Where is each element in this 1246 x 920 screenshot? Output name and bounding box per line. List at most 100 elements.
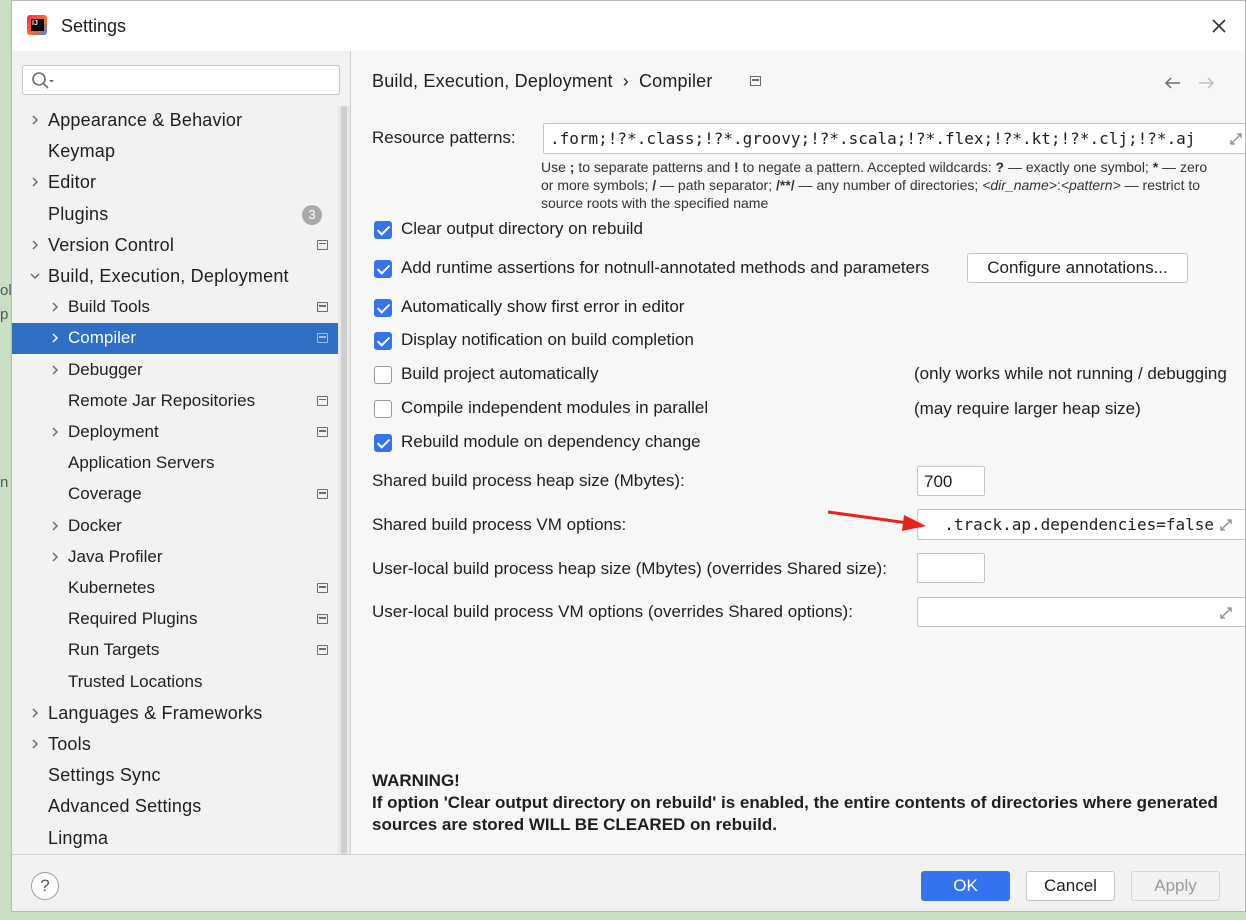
apply-button[interactable]: Apply (1131, 871, 1220, 901)
sidebar-item-label: Editor (48, 172, 97, 193)
search-icon (32, 72, 54, 89)
sidebar-item-label: Build, Execution, Deployment (48, 266, 289, 286)
title-bar: Settings (12, 1, 1245, 51)
sidebar-item-appearance-behavior[interactable]: Appearance & Behavior (12, 105, 350, 136)
shared-heap-input[interactable]: 700 (917, 466, 985, 496)
breadcrumb-parent[interactable]: Build, Execution, Deployment (372, 71, 613, 91)
chevron-right-icon[interactable] (48, 331, 62, 345)
expand-field-icon[interactable] (1218, 517, 1234, 533)
sidebar-item-kubernetes[interactable]: Kubernetes (12, 573, 350, 604)
sidebar-item-label: Appearance & Behavior (48, 110, 243, 130)
sidebar-item-docker[interactable]: Docker (12, 511, 350, 542)
sidebar-item-label: Remote Jar Repositories (68, 390, 256, 410)
chevron-right-icon[interactable] (48, 519, 62, 533)
sidebar-item-label: Application Servers (68, 453, 215, 473)
sidebar-item-trusted-locations[interactable]: Trusted Locations (12, 667, 350, 698)
chevron-right-icon[interactable] (48, 550, 62, 564)
sidebar-item-compiler[interactable]: Compiler (12, 323, 350, 355)
resource-patterns-value: .form;!?*.class;!?*.groovy;!?*.scala;!?*… (550, 129, 1196, 148)
sidebar-item-keymap[interactable]: Keymap (12, 136, 350, 167)
resource-patterns-input[interactable]: .form;!?*.class;!?*.groovy;!?*.scala;!?*… (543, 123, 1245, 154)
breadcrumb-separator: › (622, 71, 629, 91)
chevron-right-icon[interactable] (28, 706, 42, 720)
sidebar-item-tools[interactable]: Tools (12, 729, 350, 760)
chevron-right-icon[interactable] (48, 363, 62, 377)
chevron-right-icon[interactable] (28, 113, 42, 127)
configure-annotations-button[interactable]: Configure annotations... (967, 253, 1188, 283)
sidebar-item-settings-sync[interactable]: Settings Sync (12, 760, 350, 791)
sidebar-item-required-plugins[interactable]: Required Plugins (12, 604, 350, 635)
user-heap-input[interactable] (917, 553, 985, 583)
sidebar-item-deployment[interactable]: Deployment (12, 417, 350, 448)
sidebar-item-label: Java Profiler (68, 546, 163, 566)
clear-output-label[interactable]: Clear output directory on rebuild (401, 219, 643, 239)
background-text: p (0, 306, 9, 323)
settings-search-input[interactable] (22, 65, 340, 95)
sidebar-item-label: Lingma (48, 827, 109, 848)
compile-parallel-checkbox[interactable] (374, 400, 392, 418)
help-button[interactable]: ? (31, 872, 59, 900)
display-notification-checkbox[interactable] (374, 332, 392, 350)
chevron-right-icon[interactable] (28, 737, 42, 751)
sidebar-item-version-control[interactable]: Version Control (12, 230, 350, 261)
rebuild-on-dependency-label[interactable]: Rebuild module on dependency change (401, 432, 701, 452)
chevron-down-icon[interactable] (28, 269, 42, 283)
back-arrow-icon[interactable] (1163, 75, 1183, 91)
chevron-right-icon[interactable] (48, 425, 62, 439)
sidebar-item-remote-jar-repositories[interactable]: Remote Jar Repositories (12, 386, 350, 417)
expand-field-icon[interactable] (1218, 605, 1234, 621)
forward-arrow-icon[interactable] (1196, 75, 1216, 91)
project-level-icon (317, 395, 328, 406)
show-first-error-label[interactable]: Automatically show first error in editor (401, 297, 684, 317)
sidebar-item-label: Plugins (48, 203, 109, 224)
project-level-icon (317, 489, 328, 500)
sidebar-item-advanced-settings[interactable]: Advanced Settings (12, 791, 350, 822)
expand-field-icon[interactable] (1228, 131, 1244, 147)
background-text: ol (0, 282, 12, 299)
project-level-icon (317, 239, 328, 250)
intellij-logo-icon (27, 15, 47, 35)
shared-vm-options-input[interactable]: .track.ap.dependencies=false (917, 509, 1245, 540)
display-notification-label[interactable]: Display notification on build completion (401, 330, 694, 350)
shared-heap-value: 700 (924, 472, 953, 491)
chevron-right-icon[interactable] (48, 300, 62, 314)
scrollbar-thumb[interactable] (341, 106, 347, 854)
sidebar-item-build-execution-deployment[interactable]: Build, Execution, Deployment (12, 261, 350, 292)
sidebar-item-debugger[interactable]: Debugger (12, 355, 350, 386)
runtime-assertions-checkbox[interactable] (374, 260, 392, 278)
close-icon[interactable] (1208, 15, 1230, 37)
sidebar-item-languages-frameworks[interactable]: Languages & Frameworks (12, 698, 350, 729)
rebuild-on-dependency-checkbox[interactable] (374, 434, 392, 452)
ok-button[interactable]: OK (921, 871, 1010, 901)
dialog-footer: ? OK Cancel Apply (12, 854, 1245, 911)
sidebar-item-lingma[interactable]: Lingma (12, 823, 350, 854)
sidebar-item-label: Compiler (68, 328, 137, 348)
build-automatically-label[interactable]: Build project automatically (401, 364, 598, 384)
clear-output-checkbox[interactable] (374, 221, 392, 239)
sidebar-item-run-targets[interactable]: Run Targets (12, 635, 350, 666)
chevron-right-icon[interactable] (28, 175, 42, 189)
user-vm-options-input[interactable] (917, 597, 1245, 627)
cancel-button[interactable]: Cancel (1026, 871, 1115, 901)
sidebar-scrollbar[interactable] (338, 106, 350, 854)
user-vm-options-label: User-local build process VM options (ove… (372, 602, 853, 621)
sidebar-item-application-servers[interactable]: Application Servers (12, 448, 350, 479)
project-level-icon (317, 427, 328, 437)
runtime-assertions-label[interactable]: Add runtime assertions for notnull-annot… (401, 258, 929, 278)
build-automatically-checkbox[interactable] (374, 366, 392, 384)
sidebar-item-label: Deployment (68, 422, 159, 441)
red-arrow-annotation-icon (827, 510, 926, 531)
shared-vm-options-value: .track.ap.dependencies=false (944, 515, 1214, 534)
show-first-error-checkbox[interactable] (374, 299, 392, 317)
chevron-right-icon[interactable] (28, 238, 42, 252)
sidebar-item-label: Keymap (48, 141, 116, 162)
sidebar-item-coverage[interactable]: Coverage (12, 479, 350, 510)
warning-message: WARNING! If option 'Clear output directo… (372, 770, 1232, 836)
sidebar-item-editor[interactable]: Editor (12, 167, 350, 198)
project-level-icon (317, 583, 328, 593)
compile-parallel-label[interactable]: Compile independent modules in parallel (401, 398, 708, 418)
sidebar-item-plugins[interactable]: Plugins 3 (12, 199, 350, 230)
sidebar-item-build-tools[interactable]: Build Tools (12, 292, 350, 323)
sidebar-item-java-profiler[interactable]: Java Profiler (12, 542, 350, 573)
compile-parallel-note: (may require larger heap size) (914, 399, 1141, 418)
